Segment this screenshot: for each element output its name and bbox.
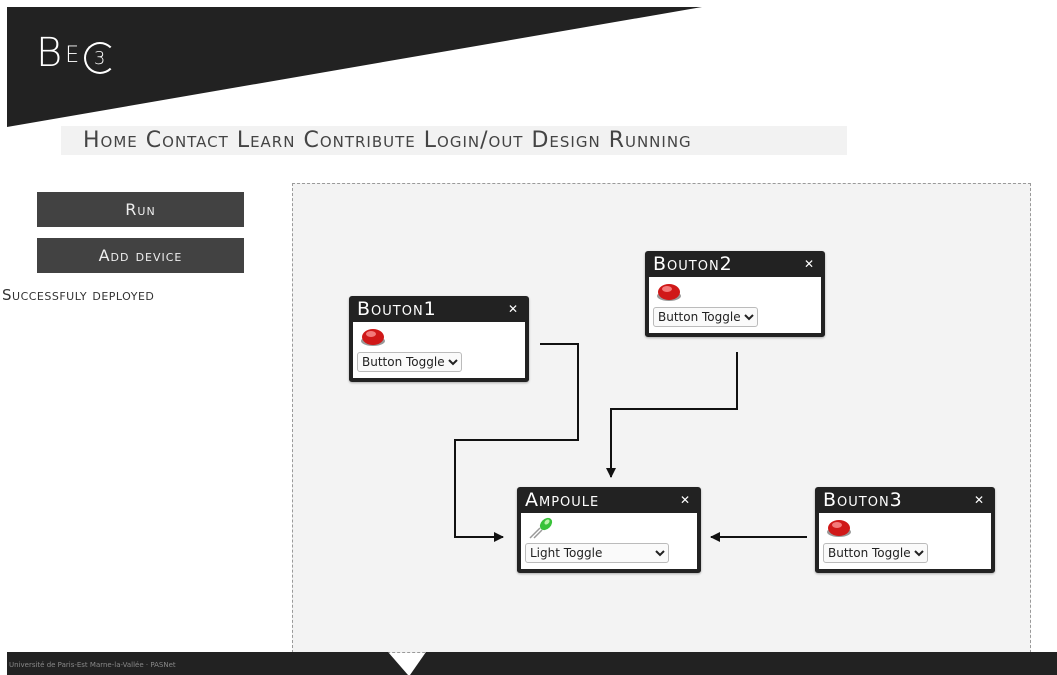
device-title: Bouton1 [357, 298, 437, 320]
logo-circle-3: 3 [84, 42, 117, 74]
device-title: Ampoule [525, 489, 600, 511]
device-mode-select[interactable]: Button Toggle [357, 352, 462, 372]
device-mode-select[interactable]: Button Toggle [823, 543, 928, 563]
device-bouton2[interactable]: Bouton2 ✕ Button Toggle [645, 251, 825, 337]
device-mode-select[interactable]: Button Toggle [653, 307, 758, 327]
device-title: Bouton2 [653, 253, 733, 275]
device-title: Bouton3 [823, 489, 903, 511]
design-canvas[interactable]: Bouton1 ✕ Button Toggle Bouton2 ✕ Button… [292, 183, 1031, 653]
device-ampoule[interactable]: Ampoule ✕ Light Toggle [517, 487, 701, 573]
device-bouton3[interactable]: Bouton3 ✕ Button Toggle [815, 487, 995, 573]
device-header[interactable]: Bouton2 ✕ [649, 251, 821, 277]
green-led-icon [527, 517, 697, 539]
close-icon[interactable]: ✕ [804, 257, 815, 271]
footer-credit: Université de Paris-Est Marne-la-Vallée … [9, 661, 176, 669]
nav-learn[interactable]: Learn [237, 128, 296, 153]
run-button[interactable]: Run [37, 192, 244, 227]
nav-login-out[interactable]: Login/out [424, 128, 524, 153]
close-icon[interactable]: ✕ [508, 302, 519, 316]
close-icon[interactable]: ✕ [680, 493, 691, 507]
device-header[interactable]: Bouton1 ✕ [353, 296, 525, 322]
nav-running[interactable]: Running [609, 128, 692, 153]
device-bouton1[interactable]: Bouton1 ✕ Button Toggle [349, 296, 529, 382]
wire-bouton2-ampoule [606, 352, 738, 478]
close-icon[interactable]: ✕ [974, 493, 985, 507]
nav-contact[interactable]: Contact [146, 128, 229, 153]
red-button-icon [359, 326, 525, 348]
logo[interactable]: BE 3 [36, 30, 117, 76]
device-header[interactable]: Ampoule ✕ [521, 487, 697, 513]
main-nav: Home Contact Learn Contribute Login/out … [61, 126, 847, 155]
device-header[interactable]: Bouton3 ✕ [819, 487, 991, 513]
logo-letter-b: B [36, 30, 64, 76]
red-button-icon [655, 281, 821, 303]
device-mode-select[interactable]: Light Toggle [525, 543, 669, 563]
add-device-button[interactable]: Add device [37, 238, 244, 273]
nav-contribute[interactable]: Contribute [303, 128, 415, 153]
red-button-icon [825, 517, 991, 539]
nav-design[interactable]: Design [531, 128, 600, 153]
logo-letter-e: E [65, 43, 81, 68]
nav-home[interactable]: Home [83, 128, 138, 153]
deploy-status: Successfuly deployed [2, 286, 155, 304]
